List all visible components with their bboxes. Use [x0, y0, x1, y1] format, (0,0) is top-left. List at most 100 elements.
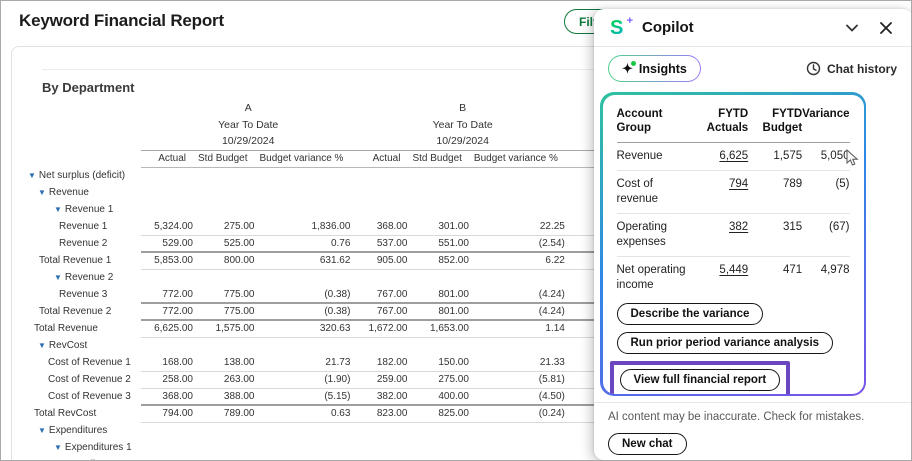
collapse-triangle-icon[interactable]: ▼	[54, 443, 62, 452]
cell-b-budget-variance	[474, 337, 570, 354]
cell-a-actual[interactable]: 132.00	[141, 456, 198, 461]
insights-header-fytd-actuals: FYTD Actuals	[693, 105, 749, 143]
cell-a-actual[interactable]: 258.00	[141, 371, 198, 388]
cell-a-actual	[141, 167, 198, 184]
cell-b-actual[interactable]: 259.00	[355, 371, 412, 388]
report-row: ▼Revenue 2	[21, 269, 645, 286]
collapse-triangle-icon[interactable]: ▼	[28, 171, 36, 180]
collapse-triangle-icon[interactable]: ▼	[54, 273, 62, 282]
cell-b-actual[interactable]: 182.00	[355, 354, 412, 371]
describe-variance-button[interactable]: Describe the variance	[617, 303, 764, 325]
row-label-total-revenue-1: Total Revenue 1	[21, 252, 141, 269]
cell-b-actual[interactable]: 382.00	[355, 388, 412, 405]
insights-fytd-budget: 789	[748, 171, 802, 214]
cell-b-std-budget	[412, 422, 473, 439]
row-label-revenue-3[interactable]: Revenue 3	[21, 286, 141, 303]
cell-b-actual[interactable]: 767.00	[355, 303, 412, 320]
collapse-triangle-icon[interactable]: ▼	[54, 205, 62, 214]
cell-a-actual[interactable]: 794.00	[141, 405, 198, 422]
cell-b-actual[interactable]: 368.00	[355, 218, 412, 235]
insights-button[interactable]: ✦ Insights	[608, 55, 701, 82]
cell-b-budget-variance: 22.25	[474, 218, 570, 235]
cell-b-actual[interactable]: 537.00	[355, 235, 412, 252]
cell-a-std-budget[interactable]: 775.00	[198, 286, 259, 303]
cell-a-std-budget[interactable]: 263.00	[198, 371, 259, 388]
row-label-cost-of-revenue-2[interactable]: Cost of Revenue 2	[21, 371, 141, 388]
column-group-letters: A B	[21, 99, 645, 116]
chevron-down-icon[interactable]	[843, 19, 861, 37]
cell-b-std-budget[interactable]: 59.00	[412, 456, 473, 461]
row-label-revenue-1[interactable]: ▼Revenue 1	[21, 201, 141, 218]
cell-b-actual[interactable]: 1,672.00	[355, 320, 412, 337]
cell-a-actual[interactable]: 5,324.00	[141, 218, 198, 235]
view-full-financial-report-button[interactable]: View full financial report	[620, 369, 781, 391]
collapse-triangle-icon[interactable]: ▼	[38, 188, 46, 197]
row-label-expenditures[interactable]: ▼Expenditures	[21, 422, 141, 439]
cell-b-actual[interactable]: 823.00	[355, 405, 412, 422]
row-label-cost-of-revenue-1[interactable]: Cost of Revenue 1	[21, 354, 141, 371]
cell-b-actual[interactable]: 905.00	[355, 252, 412, 269]
cell-b-actual	[355, 422, 412, 439]
cell-b-std-budget[interactable]: 801.00	[412, 286, 473, 303]
cell-a-actual[interactable]: 5,853.00	[141, 252, 198, 269]
cell-b-actual[interactable]: 767.00	[355, 286, 412, 303]
insights-row: Cost of revenue794789(5)	[617, 171, 850, 214]
collapse-triangle-icon[interactable]: ▼	[38, 341, 46, 350]
cell-a-actual[interactable]: 368.00	[141, 388, 198, 405]
cell-b-budget-variance	[474, 201, 570, 218]
cell-b-std-budget[interactable]: 275.00	[412, 371, 473, 388]
cell-a-std-budget[interactable]: 525.00	[198, 235, 259, 252]
cell-b-std-budget: 1,653.00	[412, 320, 473, 337]
cell-b-std-budget: 801.00	[412, 303, 473, 320]
chat-history-button[interactable]: Chat history	[806, 61, 897, 76]
row-label-revenue-2[interactable]: ▼Revenue 2	[21, 269, 141, 286]
fytd-actuals-link[interactable]: 382	[729, 221, 748, 233]
cell-b-std-budget	[412, 167, 473, 184]
cell-a-std-budget[interactable]: 55.00	[198, 456, 259, 461]
cell-a-std-budget: 800.00	[198, 252, 259, 269]
cell-b-actual	[355, 167, 412, 184]
cell-b-std-budget[interactable]: 301.00	[412, 218, 473, 235]
row-label-net-surplus-deficit-[interactable]: ▼Net surplus (deficit)	[21, 167, 141, 184]
header-a-std-budget: Std Budget	[198, 150, 259, 167]
row-label-revenue-2[interactable]: Revenue 2	[21, 235, 141, 252]
column-headers: Actual Std Budget Budget variance % Actu…	[21, 150, 645, 167]
cell-b-budget-variance: 6.22	[474, 252, 570, 269]
cell-a-actual[interactable]: 168.00	[141, 354, 198, 371]
cell-b-std-budget[interactable]: 400.00	[412, 388, 473, 405]
cell-b-std-budget[interactable]: 150.00	[412, 354, 473, 371]
row-label-revcost[interactable]: ▼RevCost	[21, 337, 141, 354]
row-label-expenditure-1[interactable]: Expenditure 1	[21, 456, 141, 461]
cell-a-actual[interactable]: 6,625.00	[141, 320, 198, 337]
new-chat-button[interactable]: New chat	[608, 433, 687, 455]
page-title: Keyword Financial Report	[19, 11, 224, 31]
copilot-title: Copilot	[642, 19, 827, 36]
row-label-expenditures-1[interactable]: ▼Expenditures 1	[21, 439, 141, 456]
cell-a-budget-variance: 631.62	[259, 252, 355, 269]
row-label-revenue-1[interactable]: Revenue 1	[21, 218, 141, 235]
run-prior-period-variance-button[interactable]: Run prior period variance analysis	[617, 332, 834, 354]
cell-a-std-budget[interactable]: 388.00	[198, 388, 259, 405]
fytd-actuals-link[interactable]: 5,449	[719, 264, 748, 276]
collapse-triangle-icon[interactable]: ▼	[38, 426, 46, 435]
fytd-actuals-link[interactable]: 6,625	[719, 150, 748, 162]
cell-a-actual[interactable]: 772.00	[141, 286, 198, 303]
cell-a-budget-variance: (0.38)	[259, 303, 355, 320]
cell-b-std-budget[interactable]: 551.00	[412, 235, 473, 252]
close-icon[interactable]	[877, 19, 895, 37]
fytd-actuals-link[interactable]: 794	[729, 178, 748, 190]
cell-a-actual[interactable]: 529.00	[141, 235, 198, 252]
row-label-cost-of-revenue-3[interactable]: Cost of Revenue 3	[21, 388, 141, 405]
report-row: Revenue 3772.00775.00(0.38)767.00801.00(…	[21, 286, 645, 303]
cell-a-std-budget[interactable]: 138.00	[198, 354, 259, 371]
cell-b-actual[interactable]: 59.00	[355, 456, 412, 461]
app-window: Keyword Financial Report Filters By Depa…	[0, 0, 912, 461]
cell-a-std-budget[interactable]: 275.00	[198, 218, 259, 235]
cell-a-budget-variance: (1.90)	[259, 371, 355, 388]
column-group-periods: Year To Date Year To Date	[21, 116, 645, 133]
cell-a-actual	[141, 201, 198, 218]
cell-a-budget-variance: 21.73	[259, 354, 355, 371]
row-label-revenue[interactable]: ▼Revenue	[21, 184, 141, 201]
cell-b-std-budget: 852.00	[412, 252, 473, 269]
cell-a-actual[interactable]: 772.00	[141, 303, 198, 320]
